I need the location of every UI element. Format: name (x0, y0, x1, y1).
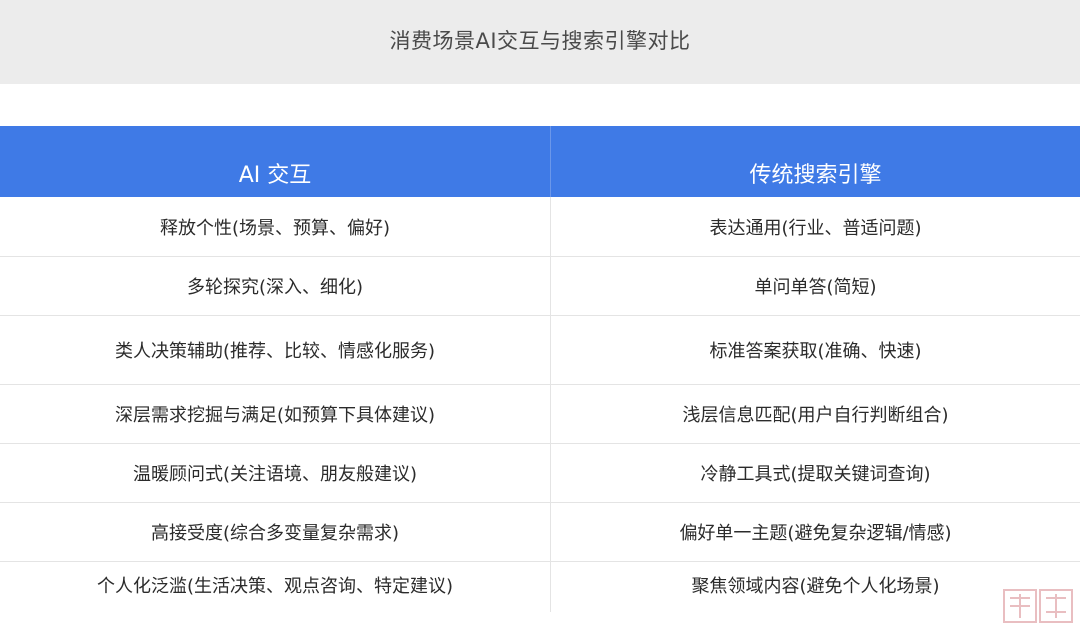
cell-search: 单问单答(简短) (550, 257, 1080, 315)
cell-ai: 深层需求挖掘与满足(如预算下具体建议) (114, 405, 436, 426)
cell-ai: 高接受度(综合多变量复杂需求) (150, 523, 400, 544)
comparison-table: AI 交互 传统搜索引擎 释放个性(场景、预算、偏好) 表达通用(行业、普适问题… (0, 126, 1080, 612)
title-banner: 消费场景AI交互与搜索引擎对比 (0, 0, 1080, 84)
table-row: 高接受度(综合多变量复杂需求) 偏好单一主题(避免复杂逻辑/情感) (0, 503, 1080, 562)
watermark-icon (1003, 589, 1073, 623)
table-header-row: AI 交互 传统搜索引擎 (0, 126, 1080, 197)
cell-ai: 释放个性(场景、预算、偏好) (159, 217, 391, 239)
table-row: 温暖顾问式(关注语境、朋友般建议) 冷静工具式(提取关键词查询) (0, 444, 1080, 503)
table-row: 个人化泛滥(生活决策、观点咨询、特定建议) 聚焦领域内容(避免个人化场景) (0, 562, 1080, 612)
watermark-logo (1000, 584, 1076, 628)
page-title: 消费场景AI交互与搜索引擎对比 (389, 29, 691, 53)
cell-ai: 类人决策辅助(推荐、比较、情感化服务) (114, 341, 436, 362)
table-row: 释放个性(场景、预算、偏好) 表达通用(行业、普适问题) (0, 197, 1080, 257)
table-row: 深层需求挖掘与满足(如预算下具体建议) 浅层信息匹配(用户自行判断组合) (0, 385, 1080, 444)
cell-ai: 温暖顾问式(关注语境、朋友般建议) (132, 464, 418, 485)
cell-search: 浅层信息匹配(用户自行判断组合) (550, 385, 1080, 443)
cell-search: 表达通用(行业、普适问题) (550, 197, 1080, 256)
table-row: 类人决策辅助(推荐、比较、情感化服务) 标准答案获取(准确、快速) (0, 316, 1080, 385)
header-traditional-search: 传统搜索引擎 (550, 126, 1080, 197)
header-ai-interaction: AI 交互 (238, 163, 312, 188)
cell-search: 冷静工具式(提取关键词查询) (550, 444, 1080, 502)
cell-ai: 个人化泛滥(生活决策、观点咨询、特定建议) (96, 576, 454, 597)
cell-ai: 多轮探究(深入、细化) (186, 277, 364, 298)
cell-search: 偏好单一主题(避免复杂逻辑/情感) (550, 503, 1080, 561)
table-row: 多轮探究(深入、细化) 单问单答(简短) (0, 257, 1080, 316)
cell-search: 标准答案获取(准确、快速) (550, 316, 1080, 384)
